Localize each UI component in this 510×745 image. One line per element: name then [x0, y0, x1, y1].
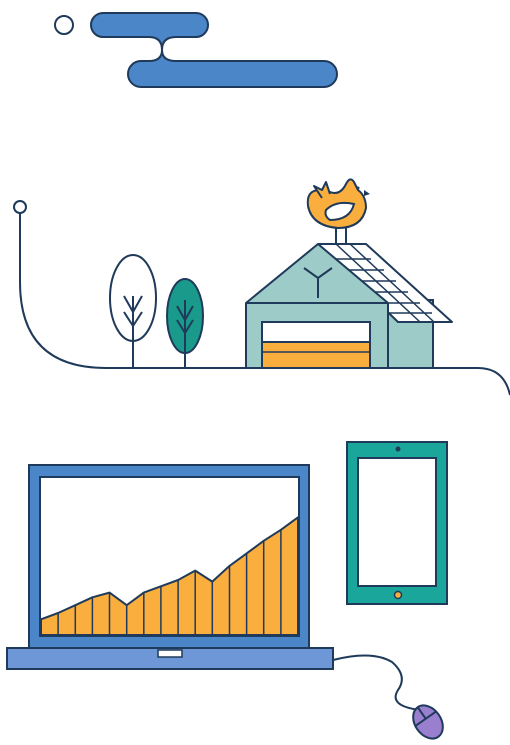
path-start-circle [13, 200, 27, 214]
tree-outline-icon [109, 254, 157, 368]
farm-group [13, 178, 510, 396]
garage-house-icon [245, 243, 453, 369]
tablet-icon [346, 441, 448, 605]
mouse-icon [412, 704, 444, 740]
sky-group [54, 12, 338, 88]
illustration-scene [6, 12, 510, 740]
laptop-icon [6, 464, 334, 670]
mouse-cable [332, 654, 421, 711]
tree-teal-icon [166, 278, 204, 368]
rooster-icon [306, 178, 370, 244]
small-circle-icon [54, 15, 74, 35]
devices-group [6, 441, 448, 740]
cloud-icon [90, 12, 338, 88]
